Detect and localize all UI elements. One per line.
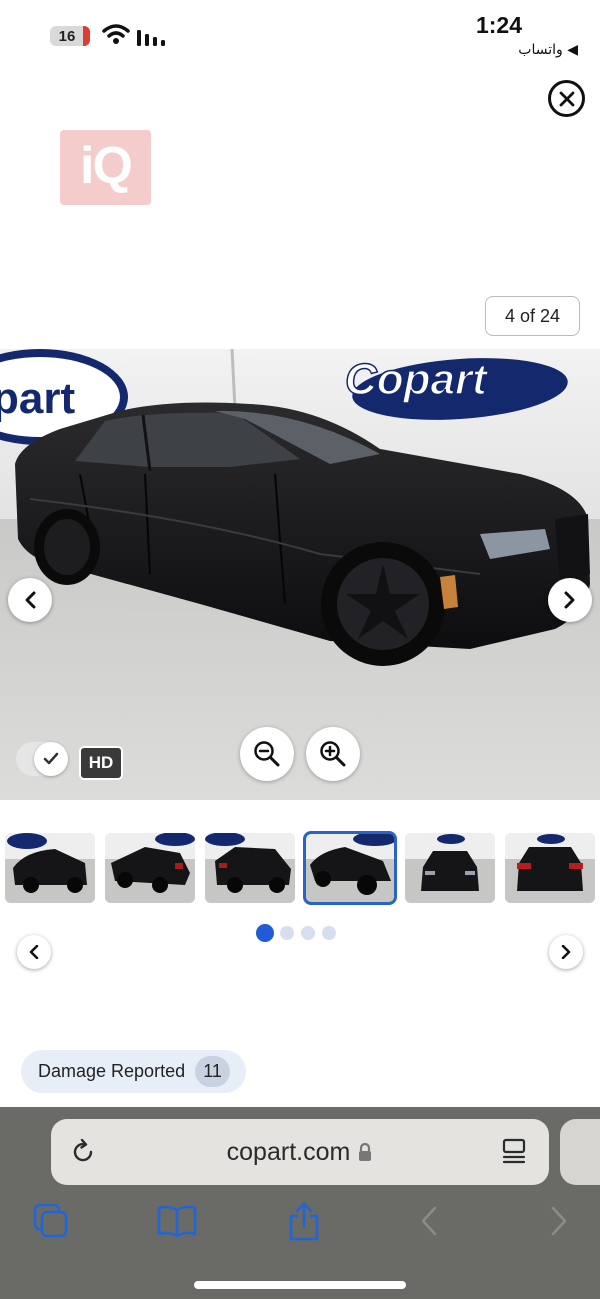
zoom-in-button[interactable] xyxy=(306,727,360,781)
next-image-button[interactable] xyxy=(548,578,592,622)
page-indicator xyxy=(256,924,346,942)
forward-icon[interactable] xyxy=(548,1205,570,1237)
hd-toggle[interactable] xyxy=(16,742,68,776)
share-icon[interactable] xyxy=(286,1202,322,1242)
chevron-left-icon xyxy=(25,591,36,609)
bookmarks-icon[interactable] xyxy=(156,1202,198,1240)
thumbnail-4[interactable] xyxy=(303,831,397,905)
zoom-out-button[interactable] xyxy=(240,727,294,781)
damage-label: Damage Reported xyxy=(38,1061,186,1081)
thumbnail-5[interactable] xyxy=(405,833,495,903)
tabs-icon[interactable] xyxy=(32,1202,70,1240)
svg-text:Copart: Copart xyxy=(345,355,489,404)
zoom-in-icon xyxy=(320,741,346,767)
thumbnail-6[interactable] xyxy=(505,833,595,903)
battery-level: 16 xyxy=(58,27,76,45)
battery-indicator: 16 xyxy=(50,26,90,46)
wifi-icon xyxy=(102,24,130,44)
signal-icon xyxy=(137,30,165,46)
page-dot-1[interactable] xyxy=(256,924,274,942)
page-dot-3[interactable] xyxy=(301,926,315,940)
thumbnails-next-button[interactable] xyxy=(549,935,583,969)
checkmark-icon xyxy=(43,752,59,765)
thumbnail-3[interactable] xyxy=(205,833,295,903)
close-button[interactable] xyxy=(548,80,585,117)
damage-reported-button[interactable]: Damage Reported 11 xyxy=(21,1050,246,1093)
back-icon[interactable] xyxy=(418,1205,440,1237)
toggle-knob xyxy=(34,742,68,776)
clock: 1:24 xyxy=(475,12,522,38)
thumbnail-2[interactable] xyxy=(105,833,195,903)
chevron-left-icon xyxy=(29,945,39,959)
lock-icon xyxy=(359,1142,372,1161)
image-counter: 4 of 24 xyxy=(485,296,580,336)
vehicle-photo[interactable]: part Copart xyxy=(0,349,600,800)
address-bar[interactable]: copart.com xyxy=(51,1119,549,1185)
page-dot-2[interactable] xyxy=(280,926,294,940)
thumbnails-previous-button[interactable] xyxy=(17,935,51,969)
browser-toolbar: copart.com xyxy=(0,1107,600,1299)
page-dot-4[interactable] xyxy=(322,926,336,940)
battery-low-segment xyxy=(83,26,90,46)
zoom-out-icon xyxy=(254,741,280,767)
chevron-right-icon xyxy=(564,591,575,609)
url-text: copart.com xyxy=(226,1137,351,1166)
back-to-app-link[interactable]: ◀ واتساب xyxy=(518,42,578,58)
home-indicator[interactable] xyxy=(194,1281,406,1289)
previous-image-button[interactable] xyxy=(8,578,52,622)
hd-badge[interactable]: HD xyxy=(79,746,123,780)
watermark-logo: iQ xyxy=(60,130,151,205)
thumbnail-strip xyxy=(0,831,600,905)
reload-icon[interactable] xyxy=(69,1138,97,1166)
chevron-right-icon xyxy=(561,945,571,959)
status-bar: 16 1:24 ◀ واتساب xyxy=(0,0,600,70)
next-tab-preview[interactable] xyxy=(560,1119,600,1185)
reader-mode-icon[interactable] xyxy=(501,1138,527,1166)
damage-count-badge: 11 xyxy=(195,1056,231,1087)
close-icon xyxy=(559,91,574,106)
svg-text:part: part xyxy=(0,374,75,423)
logo-text: iQ xyxy=(80,137,133,195)
thumbnail-1[interactable] xyxy=(5,833,95,903)
